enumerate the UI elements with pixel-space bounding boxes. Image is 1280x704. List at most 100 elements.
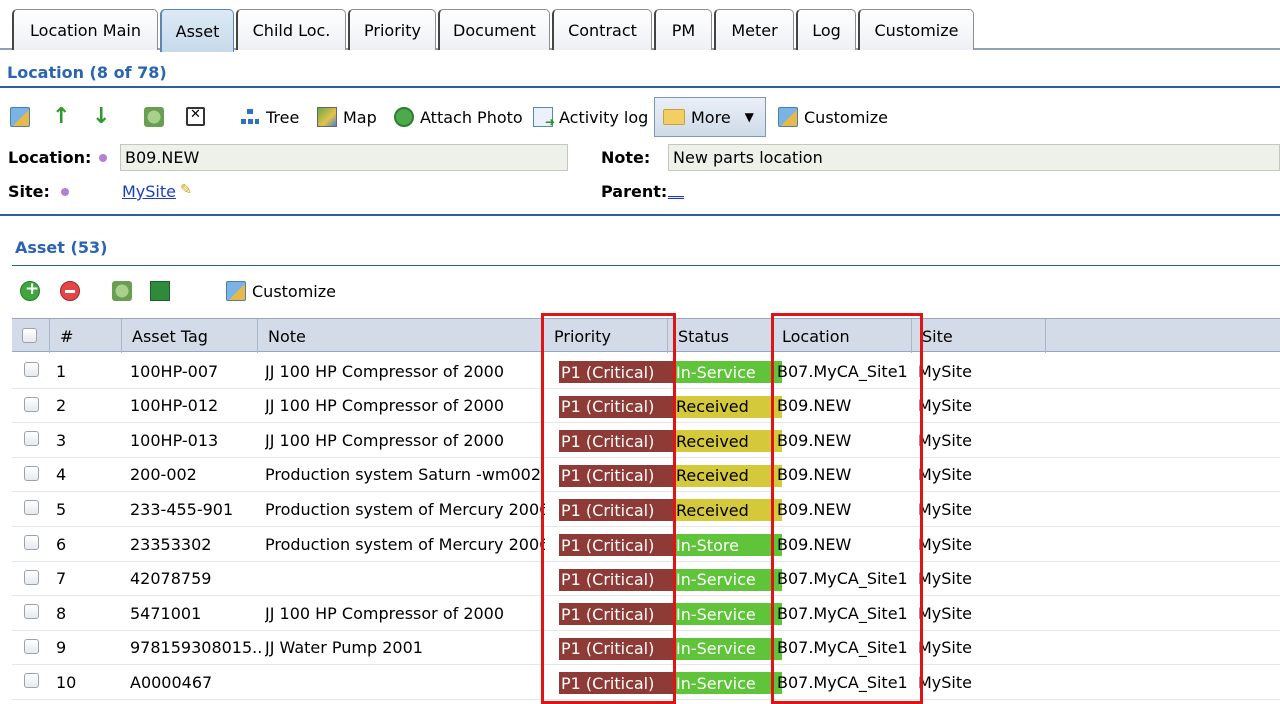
- row-number: 6: [56, 534, 67, 554]
- asset-tag-cell[interactable]: 200-002: [130, 458, 262, 492]
- row-checkbox[interactable]: [24, 431, 39, 447]
- col-header-num[interactable]: #: [50, 319, 122, 353]
- asset-tag-cell[interactable]: A0000467: [130, 665, 262, 699]
- row-number: 10: [56, 672, 77, 692]
- tab-label: Log: [812, 20, 841, 40]
- note-cell: Production system Saturn -wm002: [265, 465, 542, 485]
- add-asset-button[interactable]: [20, 279, 46, 301]
- row-checkbox[interactable]: [24, 362, 39, 377]
- row-checkbox[interactable]: [24, 396, 39, 412]
- asset-tag-cell[interactable]: 100HP-007: [130, 354, 262, 388]
- site-cell: MySite: [918, 465, 972, 485]
- asset-tag-cell[interactable]: 100HP-012: [130, 389, 262, 423]
- tab-child-loc[interactable]: Child Loc.: [236, 9, 346, 50]
- tab-label: PM: [671, 20, 696, 40]
- site-cell: MySite: [918, 569, 972, 589]
- parent-label: Parent:: [601, 182, 668, 201]
- tab-location-main[interactable]: Location Main: [12, 9, 158, 50]
- row-number: 4: [56, 465, 67, 485]
- select-all-checkbox[interactable]: [22, 328, 37, 343]
- customize-icon: [226, 281, 246, 301]
- pencil-icon[interactable]: ✎: [180, 182, 192, 198]
- customize-label: Customize: [252, 281, 336, 301]
- tree-button[interactable]: Tree: [240, 107, 299, 127]
- move-up-button[interactable]: ↑: [52, 104, 70, 129]
- col-header-status[interactable]: Status: [668, 319, 772, 353]
- row-checkbox[interactable]: [24, 604, 39, 620]
- asset-tag-cell[interactable]: 42078759: [130, 562, 262, 596]
- note-cell: JJ 100 HP Compressor of 2000: [265, 361, 505, 381]
- tab-label: Location Main: [30, 20, 141, 40]
- remove-asset-button[interactable]: [60, 281, 86, 301]
- asset-tag-cell[interactable]: 5471001: [130, 596, 262, 630]
- asset-tag-cell[interactable]: 978159308015...: [130, 631, 262, 665]
- asset-tag-cell[interactable]: 100HP-013: [130, 423, 262, 457]
- row-number: 1: [56, 361, 67, 381]
- row-checkbox[interactable]: [24, 638, 39, 654]
- note-cell: Production system of Mercury 2006: [265, 534, 545, 554]
- refresh-assets-button[interactable]: [112, 281, 138, 301]
- arrow-down-icon: ↓: [92, 104, 111, 129]
- tab-contract[interactable]: Contract: [552, 9, 652, 50]
- tab-label: Document: [453, 20, 536, 40]
- more-label: More: [691, 107, 731, 127]
- close-icon: [186, 107, 205, 126]
- attach-photo-label: Attach Photo: [420, 107, 523, 127]
- col-header-note[interactable]: Note: [258, 319, 544, 353]
- edit-icon: [10, 107, 30, 127]
- row-checkbox[interactable]: [24, 569, 39, 585]
- note-cell: [265, 665, 545, 699]
- edit-button[interactable]: [10, 107, 36, 127]
- tab-meter[interactable]: Meter: [714, 9, 794, 50]
- asset-tag-cell[interactable]: 23353302: [130, 527, 262, 561]
- attach-photo-button[interactable]: Attach Photo: [394, 107, 523, 127]
- col-header-site[interactable]: Site: [912, 319, 1046, 353]
- tab-customize[interactable]: Customize: [858, 9, 974, 50]
- tab-label: Priority: [364, 20, 421, 40]
- row-checkbox[interactable]: [24, 673, 39, 689]
- tab-label: Customize: [874, 20, 959, 40]
- row-checkbox[interactable]: [24, 500, 39, 516]
- row-checkbox[interactable]: [24, 465, 39, 481]
- activity-log-button[interactable]: Activity log: [533, 107, 648, 129]
- site-cell: MySite: [918, 396, 972, 416]
- required-dot-icon: [61, 188, 69, 196]
- customize-label: Customize: [804, 107, 888, 127]
- location-field[interactable]: B09.NEW: [120, 144, 568, 171]
- export-excel-button[interactable]: [150, 281, 176, 301]
- delete-button[interactable]: [186, 107, 211, 126]
- tab-label: Meter: [731, 20, 778, 40]
- row-checkbox[interactable]: [24, 535, 39, 550]
- tab-asset[interactable]: Asset: [160, 9, 234, 52]
- add-icon: [20, 279, 40, 301]
- customize-button[interactable]: Customize: [778, 107, 888, 127]
- more-dropdown-button[interactable]: More ▼: [654, 97, 766, 137]
- status-badge: In-Service: [674, 672, 782, 695]
- page-title: Location (8 of 78): [7, 63, 167, 82]
- map-button[interactable]: Map: [317, 107, 377, 127]
- asset-tag-cell[interactable]: 233-455-901: [130, 492, 262, 526]
- refresh-icon: [144, 107, 164, 127]
- refresh-button[interactable]: [144, 107, 170, 127]
- note-field[interactable]: New parts location: [668, 144, 1280, 171]
- tab-priority[interactable]: Priority: [348, 9, 436, 50]
- col-header-asset-tag[interactable]: Asset Tag: [122, 319, 258, 353]
- caret-down-icon: ▼: [744, 110, 754, 124]
- status-badge: Received: [674, 499, 782, 522]
- note-cell: JJ 100 HP Compressor of 2000: [265, 430, 505, 450]
- tab-document[interactable]: Document: [438, 9, 550, 50]
- status-badge: In-Service: [674, 568, 782, 591]
- tab-pm[interactable]: PM: [654, 9, 712, 50]
- parent-link[interactable]: __: [668, 180, 684, 199]
- site-link[interactable]: MySite: [122, 182, 176, 201]
- asset-customize-button[interactable]: Customize: [226, 281, 336, 301]
- site-cell: MySite: [918, 430, 972, 450]
- folder-icon: [663, 109, 685, 125]
- select-all-header[interactable]: [12, 319, 50, 353]
- move-down-button[interactable]: ↓: [92, 104, 110, 129]
- status-badge: In-Store: [674, 534, 782, 556]
- note-cell: JJ Water Pump 2001: [265, 638, 423, 658]
- tab-log[interactable]: Log: [796, 9, 856, 50]
- site-cell: MySite: [918, 603, 972, 623]
- map-icon: [317, 107, 337, 127]
